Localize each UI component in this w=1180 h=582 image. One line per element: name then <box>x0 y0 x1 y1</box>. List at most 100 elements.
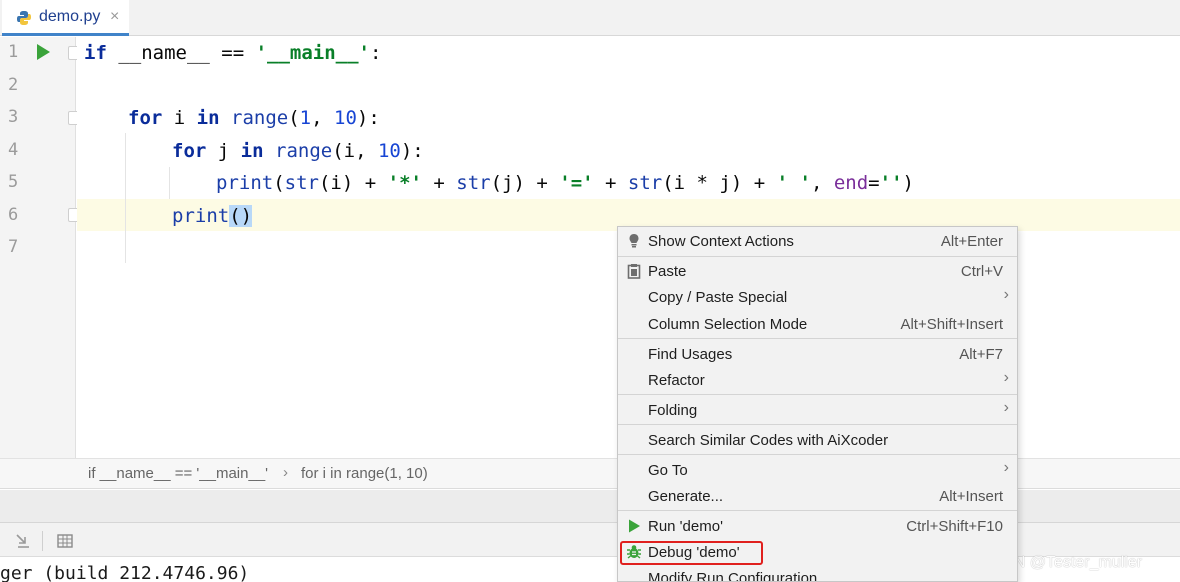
menu-item-shortcut: Alt+F7 <box>959 346 1003 363</box>
code-text: j <box>206 140 241 162</box>
menu-item-copy-paste-special[interactable]: Copy / Paste Special › <box>618 284 1017 310</box>
line-number: 6 <box>8 205 19 225</box>
submenu-arrow-icon: › <box>1003 399 1009 416</box>
code-text: (j) + <box>490 172 560 194</box>
menu-item-label: Copy / Paste Special <box>648 289 788 306</box>
lightbulb-icon <box>629 234 639 248</box>
line-number: 1 <box>8 42 19 62</box>
clipboard-icon <box>627 264 641 279</box>
menu-separator <box>618 424 1017 425</box>
table-icon[interactable] <box>56 532 74 550</box>
submenu-arrow-icon: › <box>1003 459 1009 476</box>
context-menu: Show Context Actions Alt+Enter Paste Ctr… <box>617 226 1018 582</box>
builtin-function: str <box>627 172 663 194</box>
keyword-argument: end <box>833 172 869 194</box>
submenu-arrow-icon: › <box>1003 286 1009 303</box>
menu-item-run[interactable]: Run 'demo' Ctrl+Shift+F10 <box>618 513 1017 539</box>
menu-item-label: Show Context Actions <box>648 233 794 250</box>
menu-item-label: Modify Run Configuration... <box>648 570 830 582</box>
menu-item-go-to[interactable]: Go To › <box>618 457 1017 483</box>
code-text: (i, <box>332 140 378 162</box>
menu-item-shortcut: Alt+Enter <box>940 233 1003 250</box>
string-literal: '__main__' <box>255 42 370 64</box>
number-literal: 10 <box>334 107 357 129</box>
menu-item-label: Find Usages <box>648 346 733 363</box>
menu-separator <box>618 338 1017 339</box>
menu-item-label: Generate... <box>648 488 724 505</box>
breadcrumb-separator: › <box>283 464 288 481</box>
console-line: ger (build 212.4746.96) <box>0 563 250 582</box>
keyword: in <box>196 107 220 129</box>
step-out-icon[interactable] <box>14 532 32 550</box>
menu-item-label: Folding <box>648 402 698 419</box>
menu-separator <box>618 510 1017 511</box>
indent-guide <box>125 133 126 263</box>
builtin-function: print <box>172 205 230 227</box>
menu-item-label: Paste <box>648 263 687 280</box>
code-text: + <box>421 172 457 194</box>
line-number: 7 <box>8 237 19 257</box>
breadcrumb-item[interactable]: if __name__ == '__main__' <box>88 465 268 482</box>
menu-item-generate[interactable]: Generate... Alt+Insert <box>618 483 1017 509</box>
menu-item-label: Run 'demo' <box>648 518 723 535</box>
builtin-function: range <box>231 107 289 129</box>
code-line-4: for j in range(i, 10): <box>172 140 424 162</box>
breadcrumb-item[interactable]: for i in range(1, 10) <box>301 465 428 482</box>
menu-item-refactor[interactable]: Refactor › <box>618 367 1017 393</box>
code-line-5: print(str(i) + '*' + str(j) + '=' + str(… <box>216 172 914 194</box>
line-number: 3 <box>8 107 19 127</box>
menu-item-folding[interactable]: Folding › <box>618 397 1017 423</box>
menu-item-paste[interactable]: Paste Ctrl+V <box>618 258 1017 284</box>
line-number: 5 <box>8 172 19 192</box>
menu-item-show-context-actions[interactable]: Show Context Actions Alt+Enter <box>618 228 1017 254</box>
run-icon <box>629 519 640 533</box>
run-gutter-icon[interactable] <box>37 44 50 60</box>
builtin-function: str <box>456 172 491 194</box>
code-text: ( <box>288 107 300 129</box>
builtin-function: print <box>216 172 274 194</box>
keyword: if <box>84 42 107 64</box>
menu-separator <box>618 256 1017 257</box>
toolbar-separator <box>42 531 43 551</box>
tab-label: demo.py <box>39 8 101 25</box>
string-literal: '=' <box>559 172 594 194</box>
builtin-function: range <box>275 140 333 162</box>
code-text: ): <box>400 140 424 162</box>
submenu-arrow-icon: › <box>1003 369 1009 386</box>
keyword: for <box>128 107 163 129</box>
code-text: i <box>162 107 197 129</box>
code-line-6: print() <box>172 205 253 227</box>
code-text: __name__ == <box>106 42 256 64</box>
menu-item-shortcut: Ctrl+Shift+F10 <box>906 518 1003 535</box>
menu-item-shortcut: Ctrl+V <box>960 263 1003 280</box>
number-literal: 10 <box>377 140 401 162</box>
menu-item-column-selection-mode[interactable]: Column Selection Mode Alt+Shift+Insert <box>618 311 1017 337</box>
menu-item-modify-run-configuration[interactable]: Modify Run Configuration... <box>618 565 1017 582</box>
menu-separator <box>618 454 1017 455</box>
number-literal: 1 <box>299 107 312 129</box>
keyword: for <box>172 140 207 162</box>
code-text: ( <box>273 172 285 194</box>
code-line-1: if __name__ == '__main__': <box>84 42 381 64</box>
code-text: ) <box>902 172 914 194</box>
close-tab-icon[interactable]: × <box>110 8 119 26</box>
code-text: , <box>311 107 334 129</box>
code-text: = <box>868 172 880 194</box>
string-literal: '' <box>879 172 903 194</box>
tab-demo-py[interactable]: demo.py × <box>2 0 129 36</box>
code-text: , <box>810 172 834 194</box>
menu-item-label: Search Similar Codes with AiXcoder <box>648 432 889 449</box>
menu-item-shortcut: Alt+Insert <box>939 488 1003 505</box>
builtin-function: str <box>284 172 319 194</box>
string-literal: '*' <box>387 172 422 194</box>
menu-item-label: Refactor <box>648 372 705 389</box>
menu-item-search-similar[interactable]: Search Similar Codes with AiXcoder <box>618 427 1017 453</box>
python-file-icon <box>17 11 31 25</box>
menu-item-label: Column Selection Mode <box>648 316 808 333</box>
menu-separator <box>618 394 1017 395</box>
keyword: in <box>240 140 264 162</box>
menu-item-find-usages[interactable]: Find Usages Alt+F7 <box>618 341 1017 367</box>
line-number: 4 <box>8 140 19 160</box>
